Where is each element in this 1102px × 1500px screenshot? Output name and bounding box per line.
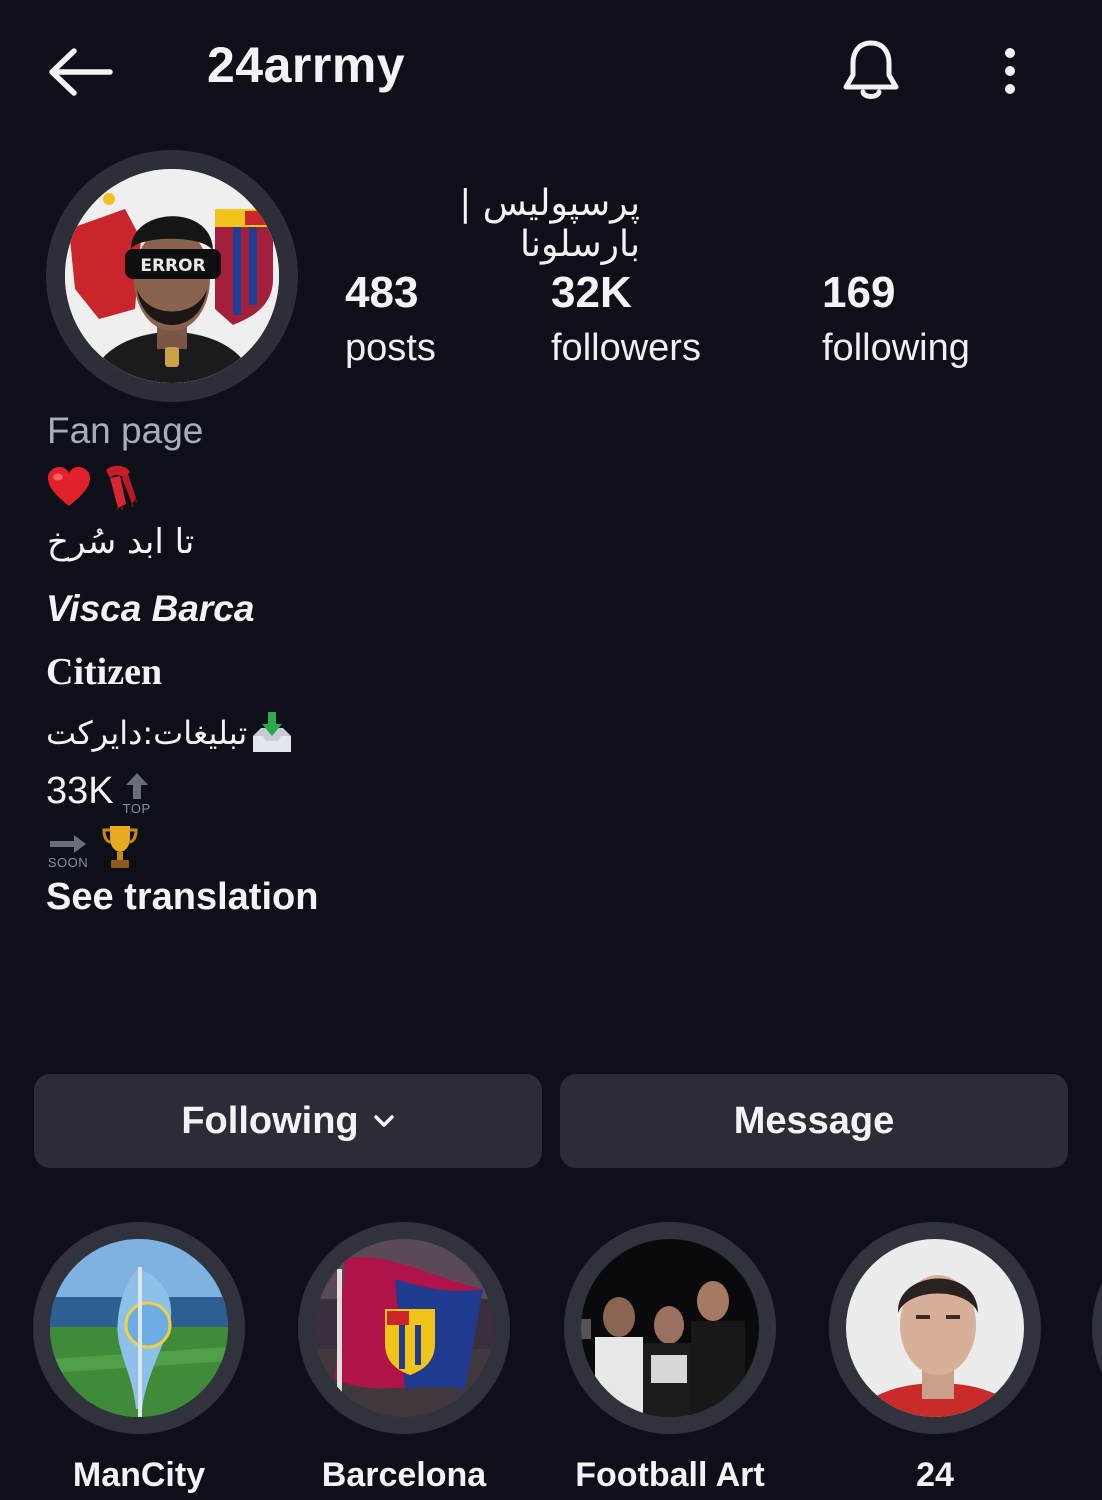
posts-count: 483 xyxy=(345,268,419,317)
svg-text:ERROR: ERROR xyxy=(140,256,205,276)
bio-ads-line: تبلیغات:دایرکت xyxy=(46,708,295,758)
highlight-label: Football Art xyxy=(575,1456,765,1494)
bio-33k-text: 33K xyxy=(46,770,114,812)
bio-citizen: Citizen xyxy=(46,651,163,693)
highlight-label: ManCity xyxy=(72,1456,206,1494)
back-button[interactable] xyxy=(44,40,116,104)
following-count: 169 xyxy=(822,268,896,317)
bio-soon-line: SOON xyxy=(46,820,138,870)
highlight-label: Barcelona xyxy=(321,1456,487,1494)
following-label: following xyxy=(822,326,970,369)
highlight-label: 24 xyxy=(916,1456,954,1494)
avatar-image: ERROR xyxy=(65,169,279,383)
more-vertical-icon xyxy=(1005,48,1015,94)
profile-username: 24arrmy xyxy=(207,37,406,93)
message-button-label: Message xyxy=(733,1099,895,1142)
followers-stat[interactable]: 32K followers xyxy=(551,264,701,373)
highlight-cover xyxy=(315,1239,493,1417)
following-button-label: Following xyxy=(181,1099,359,1142)
trophy-icon xyxy=(102,826,138,868)
inbox-tray-icon xyxy=(253,712,292,752)
following-stat[interactable]: 169 following xyxy=(822,264,970,373)
highlight-barcelona[interactable]: Barcelona xyxy=(298,1222,510,1495)
bio-emoji-line xyxy=(46,464,138,510)
highlight-cover xyxy=(50,1239,228,1417)
chevron-down-icon xyxy=(373,1115,394,1127)
arrow-left-icon xyxy=(49,48,113,96)
soon-arrow-icon: SOON xyxy=(46,833,90,870)
highlight-football-art[interactable]: Football Art xyxy=(564,1222,776,1495)
highlight-partial[interactable] xyxy=(1092,1222,1102,1434)
notifications-button[interactable] xyxy=(836,32,906,108)
highlight-cover xyxy=(581,1239,759,1417)
bell-icon xyxy=(843,40,899,99)
bio-category: Fan page xyxy=(47,410,204,451)
highlight-24[interactable]: 24 xyxy=(829,1222,1041,1495)
bio-ads-text: تبلیغات:دایرکت xyxy=(46,714,248,752)
see-translation-link[interactable]: See translation xyxy=(46,876,318,919)
highlight-mancity[interactable]: ManCity xyxy=(33,1222,245,1495)
bio-persian-line: تا ابد سُرخ xyxy=(47,522,195,562)
posts-label: posts xyxy=(345,326,436,369)
profile-avatar[interactable]: ERROR xyxy=(46,150,298,402)
red-heart-icon xyxy=(48,467,90,506)
posts-stat[interactable]: 483 posts xyxy=(345,264,436,373)
more-options-button[interactable] xyxy=(985,38,1035,104)
followers-label: followers xyxy=(551,326,701,369)
profile-display-name: پرسپولیس | بارسلونا xyxy=(459,183,640,265)
highlight-cover xyxy=(846,1239,1024,1417)
message-button[interactable]: Message xyxy=(560,1074,1068,1168)
bio-visca-barca: Visca Barca xyxy=(46,588,255,629)
followers-count: 32K xyxy=(551,268,632,317)
top-arrow-icon: TOP xyxy=(122,771,152,816)
following-button[interactable]: Following xyxy=(34,1074,542,1168)
bio-33k-line: 33K TOP xyxy=(46,766,152,816)
red-scarf-icon xyxy=(106,465,138,510)
